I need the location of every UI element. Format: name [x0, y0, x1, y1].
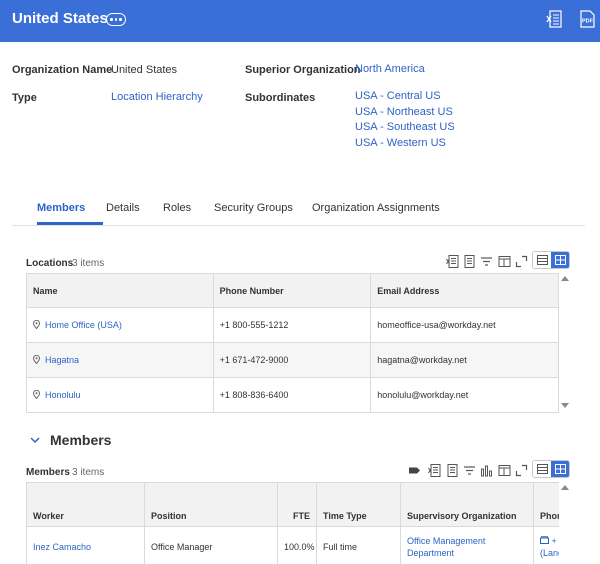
locations-item-count: 3 items: [72, 258, 105, 269]
scroll-up-arrow[interactable]: [561, 485, 569, 490]
page-header: United States PDF: [0, 0, 600, 42]
members-item-count: 3 items: [72, 467, 105, 478]
tab-details[interactable]: Details: [106, 202, 140, 214]
column-header-supervisory-org[interactable]: Supervisory Organization: [400, 482, 534, 527]
locations-grid-title: Locations: [26, 258, 74, 269]
fte-cell: 100.0%: [277, 526, 317, 564]
scroll-up-arrow[interactable]: [561, 276, 569, 281]
locations-table: Name Phone Number Email Address Home Off…: [26, 273, 559, 413]
location-pin-icon: [33, 390, 40, 399]
superior-org-link[interactable]: North America: [355, 63, 425, 75]
type-label: Type: [12, 92, 37, 104]
subordinate-link-western[interactable]: USA - Western US: [355, 137, 446, 149]
phone-link-line2[interactable]: (Lanc: [540, 548, 559, 558]
members-table: Worker Position FTE Time Type Supervisor…: [26, 482, 559, 564]
column-header-fte[interactable]: FTE: [277, 482, 317, 527]
grid-view-icon: [554, 255, 566, 265]
more-icon: [110, 18, 113, 21]
column-layout-icon[interactable]: [498, 464, 511, 477]
table-row: Hagatna +1 671-472-9000 hagatna@workday.…: [26, 342, 559, 378]
tab-bar: Members Details Roles Security Groups Or…: [12, 196, 585, 226]
position-cell: Office Manager: [144, 526, 278, 564]
export-excel-icon[interactable]: [546, 10, 562, 28]
column-header-worker[interactable]: Worker: [26, 482, 145, 527]
table-row: Home Office (USA) +1 800-555-1212 homeof…: [26, 307, 559, 343]
location-pin-icon: [33, 320, 40, 329]
phone-cell: +1 808-836-6400: [212, 377, 372, 413]
email-cell: homeoffice-usa@workday.net: [370, 307, 559, 343]
supervisory-org-link-line2[interactable]: Department: [407, 548, 454, 558]
table-view-icon: [536, 464, 548, 474]
page-title: United States: [12, 10, 108, 27]
tab-members[interactable]: Members: [37, 202, 85, 214]
expand-icon[interactable]: [515, 255, 528, 268]
location-link[interactable]: Hagatna: [45, 355, 79, 365]
column-header-position[interactable]: Position: [144, 482, 278, 527]
more-actions-button[interactable]: [106, 13, 126, 26]
location-pin-icon: [33, 355, 40, 364]
members-grid-title: Members: [26, 467, 70, 478]
filter-icon[interactable]: [480, 255, 493, 268]
document-icon[interactable]: [446, 464, 459, 477]
location-link[interactable]: Honolulu: [45, 390, 81, 400]
table-view-button[interactable]: [533, 252, 551, 268]
members-table-viewport: Worker Position FTE Time Type Supervisor…: [26, 482, 559, 564]
column-header-name[interactable]: Name: [26, 273, 214, 308]
email-cell: hagatna@workday.net: [370, 342, 559, 378]
email-cell: honolulu@workday.net: [370, 377, 559, 413]
column-layout-icon[interactable]: [498, 255, 511, 268]
tab-security-groups[interactable]: Security Groups: [214, 202, 293, 214]
export-excel-icon[interactable]: [428, 464, 441, 477]
view-toggle: [532, 251, 570, 269]
filter-icon[interactable]: [463, 464, 476, 477]
grid-view-button[interactable]: [551, 252, 569, 268]
org-name-label: Organization Name: [12, 64, 113, 76]
view-toggle: [532, 460, 570, 478]
tag-icon[interactable]: [408, 464, 421, 477]
document-icon[interactable]: [463, 255, 476, 268]
subordinate-link-northeast[interactable]: USA - Northeast US: [355, 106, 453, 118]
expand-icon[interactable]: [515, 464, 528, 477]
column-header-phone[interactable]: Phon: [533, 482, 559, 527]
table-view-icon: [536, 255, 548, 265]
subordinate-link-central[interactable]: USA - Central US: [355, 90, 441, 102]
supervisory-org-link[interactable]: Office Management: [407, 536, 485, 546]
phone-cell: +1 800-555-1212: [212, 307, 372, 343]
export-pdf-icon[interactable]: PDF: [578, 10, 596, 28]
column-header-email[interactable]: Email Address: [370, 273, 559, 308]
members-section-title: Members: [50, 432, 112, 448]
org-name-value: United States: [111, 64, 178, 76]
phone-link[interactable]: +: [552, 536, 557, 546]
grid-view-icon: [554, 464, 566, 474]
export-excel-icon[interactable]: [446, 255, 459, 268]
table-row: Honolulu +1 808-836-6400 honolulu@workda…: [26, 377, 559, 413]
subordinates-label: Subordinates: [245, 92, 316, 104]
table-header-row: Name Phone Number Email Address: [26, 273, 559, 308]
chevron-down-icon[interactable]: [30, 436, 40, 444]
location-link[interactable]: Home Office (USA): [45, 320, 122, 330]
scroll-down-arrow[interactable]: [561, 403, 569, 408]
table-view-button[interactable]: [533, 461, 551, 477]
phone-icon: [540, 535, 549, 544]
superior-org-label: Superior Organization: [245, 64, 361, 76]
type-link[interactable]: Location Hierarchy: [111, 91, 203, 103]
chart-icon[interactable]: [480, 464, 493, 477]
svg-text:PDF: PDF: [582, 19, 594, 25]
table-header-row: Worker Position FTE Time Type Supervisor…: [26, 482, 559, 527]
tab-roles[interactable]: Roles: [163, 202, 191, 214]
time-type-cell: Full time: [316, 526, 401, 564]
tab-organization-assignments[interactable]: Organization Assignments: [312, 202, 440, 214]
active-tab-indicator: [37, 222, 103, 225]
column-header-time-type[interactable]: Time Type: [316, 482, 401, 527]
subordinate-link-southeast[interactable]: USA - Southeast US: [355, 121, 455, 133]
worker-link[interactable]: Inez Camacho: [33, 542, 91, 552]
column-header-phone[interactable]: Phone Number: [212, 273, 372, 308]
phone-cell: +1 671-472-9000: [212, 342, 372, 378]
table-row: Inez Camacho Office Manager 100.0% Full …: [26, 526, 559, 564]
grid-view-button[interactable]: [551, 461, 569, 477]
